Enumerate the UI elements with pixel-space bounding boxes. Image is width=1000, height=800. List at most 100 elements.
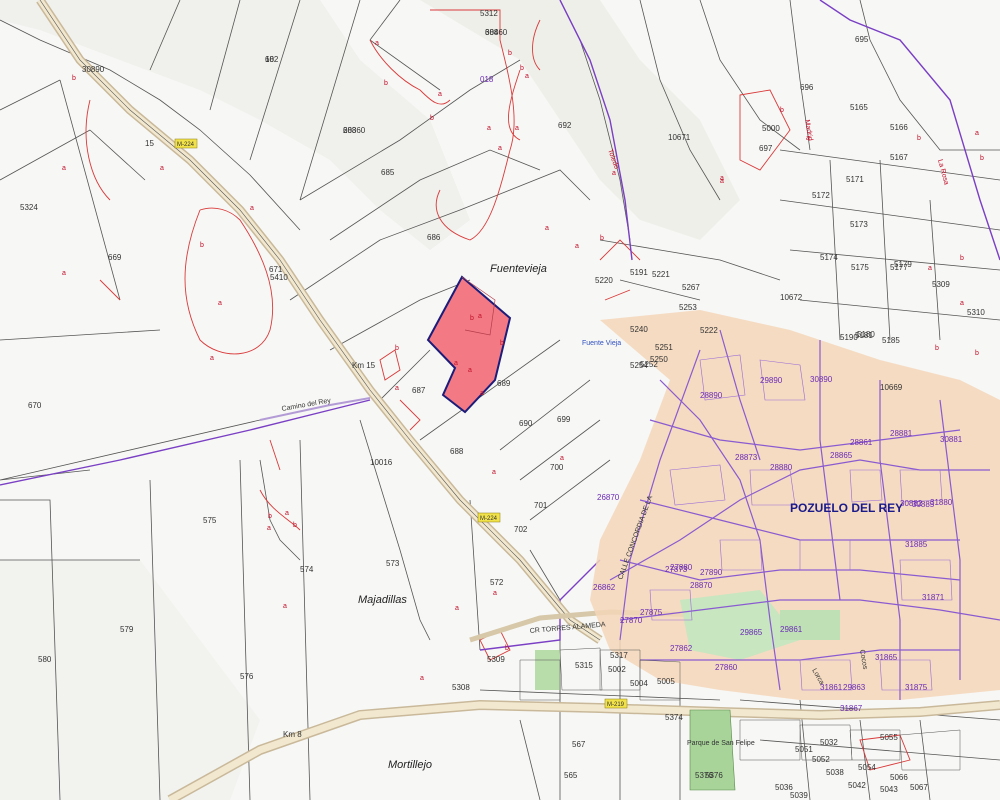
parcel-number: 5004 (630, 679, 648, 688)
parcel-number-urban: 29890 (760, 376, 783, 385)
parcel-number: 5165 (850, 103, 868, 112)
street-label: Fuente Vieja (582, 340, 621, 347)
parcel-number: 5221 (652, 270, 670, 279)
subparcel-letter: a (493, 590, 497, 597)
parcel-number: 686 (427, 233, 441, 242)
parcel-number-urban: 29861 (780, 625, 803, 634)
road-tag-text: M-224 (177, 142, 195, 148)
parcel-number: 572 (490, 578, 504, 587)
parcel-number-urban: 26870 (597, 493, 620, 502)
parcel-number: 5267 (682, 283, 700, 292)
parcel-number: 5166 (890, 123, 908, 132)
subparcel-letter: b (268, 513, 272, 520)
parcel-number: 565 (564, 771, 578, 780)
parcel-number: 10669 (880, 383, 903, 392)
parcel-number: 5042 (848, 781, 866, 790)
cadastral-map[interactable]: Fuentevieja Majadillas Mortillejo POZUELO D… (0, 0, 1000, 800)
green-patch (535, 650, 560, 690)
parcel-number: 5179 (894, 260, 912, 269)
parcel-number: 5324 (20, 203, 38, 212)
parcel-number-urban: 27873 (665, 565, 688, 574)
subparcel-letter: a (454, 360, 458, 367)
parcel-number: 697 (759, 144, 773, 153)
parcel-number: 5315 (575, 661, 593, 670)
parcel-number: 5038 (826, 768, 844, 777)
parcel-number-urban: 26862 (593, 583, 616, 592)
parcel-number-urban: 30881 (940, 435, 963, 444)
parcel-number-urban: 28861 (850, 438, 873, 447)
km-marker-label: Km 8 (283, 730, 302, 739)
parcel-number-urban: 27862 (670, 644, 693, 653)
subparcel-letter: a (515, 125, 519, 132)
parcel-number: 702 (514, 525, 528, 534)
subparcel-letter: b (293, 522, 297, 529)
subparcel-letter: a (560, 455, 564, 462)
parcel-number-urban: 31867 (840, 704, 863, 713)
parcel-number: 5173 (850, 220, 868, 229)
place-name-label: Majadillas (358, 594, 407, 606)
parcel-number: 30860 (485, 28, 508, 37)
parcel-number: 5309 (487, 655, 505, 664)
parcel-number: 5172 (812, 191, 830, 200)
parcel-number: 10 (265, 55, 274, 64)
zone-code-label: 018 (480, 75, 494, 84)
parcel-number: 5054 (858, 763, 876, 772)
parcel-number: 699 (557, 415, 571, 424)
parcel-number: 669 (108, 253, 122, 262)
map-canvas[interactable]: Fuentevieja Majadillas Mortillejo POZUELO D… (0, 0, 1000, 800)
subparcel-letter: a (498, 145, 502, 152)
subparcel-letter: a (62, 270, 66, 277)
parcel-number-urban: 30890 (810, 375, 833, 384)
subparcel-letter: a (250, 205, 254, 212)
parcel-number: 5240 (630, 325, 648, 334)
subparcel-letter: a (375, 40, 379, 47)
parcel-number: 15 (145, 139, 154, 148)
parcel-number-urban: 31865 (875, 653, 898, 662)
parcel-number: 5222 (700, 326, 718, 335)
parcel-number: 5051 (795, 745, 813, 754)
subparcel-letter: a (283, 603, 287, 610)
road-tag: M-224 (174, 138, 198, 149)
town-name-label: POZUELO DEL REY (790, 501, 903, 515)
parcel-number: 688 (450, 447, 464, 456)
subparcel-letter: b (975, 350, 979, 357)
subparcel-letter: b (600, 235, 604, 242)
parcel-number: 5253 (679, 303, 697, 312)
parcel-number: 5043 (880, 785, 898, 794)
parcel-number: 576 (240, 672, 254, 681)
parcel-number-urban: 31875 (905, 683, 928, 692)
parcel-number: 5055 (880, 733, 898, 742)
parcel-number: 5167 (890, 153, 908, 162)
subparcel-letter: a (285, 510, 289, 517)
parcel-number-urban: 28881 (890, 429, 913, 438)
subparcel-letter: a (487, 125, 491, 132)
subparcel-letter: b (384, 80, 388, 87)
parcel-number: 10672 (780, 293, 803, 302)
parcel-number-urban: 27870 (620, 616, 643, 625)
parcel-number: 5251 (655, 343, 673, 352)
subparcel-letter: a (395, 385, 399, 392)
subparcel-letter: a (612, 170, 616, 177)
parcel-number-urban: 31861 (820, 683, 843, 692)
road-tag-text: M-219 (607, 702, 625, 708)
parcel-number-urban: 28890 (700, 391, 723, 400)
parcel-number: 700 (550, 463, 564, 472)
subparcel-letter: a (438, 91, 442, 98)
subparcel-letter: b (917, 135, 921, 142)
parcel-number: 687 (412, 386, 426, 395)
subparcel-letter: b (72, 75, 76, 82)
parcel-number: 670 (28, 401, 42, 410)
subparcel-letter: a (492, 469, 496, 476)
subparcel-letter: a (455, 605, 459, 612)
subparcel-letter: a (267, 525, 271, 532)
place-name-label: Fuentevieja (490, 263, 547, 275)
road-tag-text: M-224 (480, 516, 498, 522)
subparcel-letter: b (935, 345, 939, 352)
parcel-number: 5220 (595, 276, 613, 285)
parcel-number: 5000 (762, 124, 780, 133)
subparcel-letter: a (525, 73, 529, 80)
parcel-number: 689 (497, 379, 511, 388)
subparcel-letter: a (975, 130, 979, 137)
parcel-number-urban: 31880 (930, 498, 953, 507)
parcel-number: 5312 (480, 9, 498, 18)
